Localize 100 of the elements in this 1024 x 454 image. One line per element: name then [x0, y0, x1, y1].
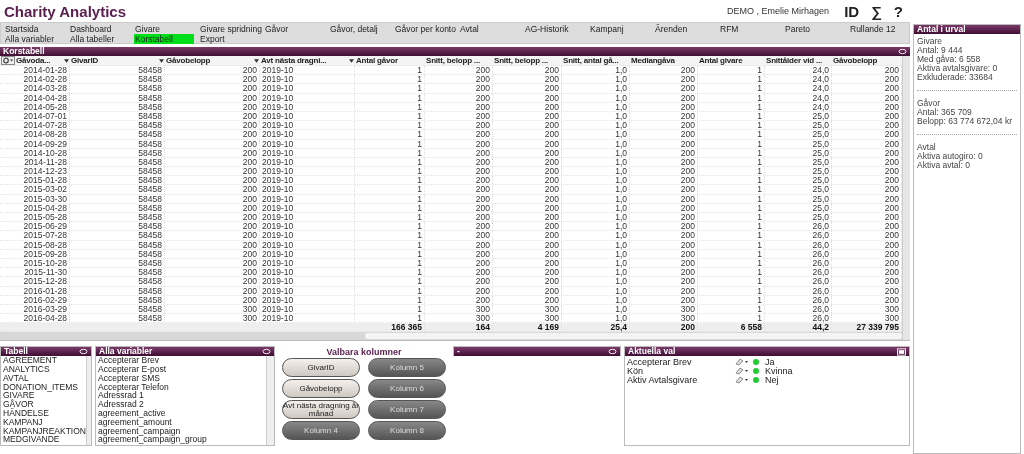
column-header[interactable]: GivarID	[70, 56, 165, 65]
list-item[interactable]: AVTAL	[3, 373, 86, 383]
maximize-icon[interactable]	[897, 347, 906, 356]
list-item[interactable]: agreement_campaign	[98, 426, 266, 436]
list-item[interactable]: Accepterar Telefon	[98, 382, 266, 392]
menu-item[interactable]: Alla variabler	[4, 34, 64, 44]
table-cell: 1,0	[562, 286, 630, 295]
table-cell: 2019-10	[260, 139, 355, 148]
table-cell: 1,0	[562, 277, 630, 286]
table-cell: 24,0	[765, 102, 832, 111]
column-button[interactable]: Kolumn 8	[368, 421, 446, 441]
vertical-scrollbar[interactable]	[85, 356, 91, 446]
column-header[interactable]: Antal gåvor	[355, 56, 425, 65]
menu-item[interactable]: AG-Historik	[524, 24, 584, 34]
eraser-icon[interactable]	[735, 366, 749, 375]
menu-item[interactable]: Korstabell	[134, 34, 194, 44]
header-button[interactable]: ∑	[868, 2, 885, 20]
list-item[interactable]: DONATION_ITEMS	[3, 382, 86, 392]
column-header[interactable]: Mediangåva	[630, 56, 698, 65]
header-button[interactable]: ?	[890, 2, 906, 20]
list-item[interactable]: GIVARE	[3, 391, 86, 401]
table-cell: 200	[493, 185, 562, 194]
list-item[interactable]: KAMPANJREAKTION	[3, 426, 86, 436]
caret-icon[interactable]	[349, 58, 354, 63]
column-header[interactable]: Snitt, belopp ...	[493, 56, 562, 65]
table-cell: 1,0	[562, 102, 630, 111]
column-button[interactable]: Kolumn 7	[368, 400, 446, 420]
menu-item[interactable]: Gåvor, detalj	[329, 24, 389, 34]
menu-item[interactable]: Dashboard	[69, 24, 129, 34]
panel-title: Antal i urval	[917, 25, 966, 34]
list-item[interactable]: agreement_active	[98, 409, 266, 418]
table-cell: 1	[355, 277, 425, 286]
table-cell: 58458	[70, 75, 165, 84]
list-item[interactable]: Accepterar SMS	[98, 373, 266, 383]
table-cell: 200	[165, 203, 260, 212]
table-cell: 1	[355, 304, 425, 314]
table-cell: 200	[630, 139, 698, 148]
eraser-icon[interactable]	[735, 357, 749, 366]
caret-icon[interactable]	[159, 58, 164, 63]
menu-item[interactable]: Gåvor per konto	[394, 24, 454, 34]
column-header[interactable]: Avt nästa dragni...	[260, 56, 355, 65]
menu-item[interactable]: Rullande 12	[849, 24, 909, 34]
list-item[interactable]: Accepterar E-post	[98, 365, 266, 374]
menu-item[interactable]: Startsida	[4, 24, 64, 34]
menu-item[interactable]: Alla tabeller	[69, 34, 129, 44]
list-item[interactable]: Accepterar Brev	[98, 356, 266, 366]
table-cell: 2019-10	[260, 66, 355, 75]
list-item[interactable]: agreement_amount	[98, 417, 266, 427]
column-button[interactable]: Kolumn 4	[282, 421, 360, 441]
eraser-icon[interactable]	[735, 375, 749, 384]
list-item[interactable]: MEDGIVANDE	[3, 435, 86, 445]
menu-item[interactable]: Export	[199, 34, 259, 44]
menu-item[interactable]: Givare	[134, 24, 194, 34]
column-button[interactable]: Gåvobelopp	[282, 379, 360, 399]
list-item[interactable]: Adressrad 1	[98, 391, 266, 401]
table-cell: 2019-10	[260, 203, 355, 212]
column-header[interactable]: Snitt, antal gå...	[562, 56, 630, 65]
table-cell: 1,0	[562, 84, 630, 93]
column-button[interactable]: Kolumn 6	[368, 379, 446, 399]
vertical-scrollbar[interactable]	[902, 56, 910, 341]
column-button[interactable]: Avt nästa dragning år månad	[282, 400, 360, 420]
column-header[interactable]: Gåvobelopp	[832, 56, 902, 65]
column-header[interactable]: Snitt, belopp ...	[425, 56, 493, 65]
list-item[interactable]: HÄNDELSE	[3, 409, 86, 418]
table-cell: 1	[698, 93, 765, 102]
menu-item[interactable]: Gåvor	[264, 24, 324, 34]
horizontal-scrollbar[interactable]	[0, 332, 902, 341]
table-cell: 25,0	[765, 130, 832, 139]
column-header[interactable]: Snittålder vid ...	[765, 56, 832, 65]
header-button[interactable]: ID	[841, 2, 863, 20]
table-cell: 200	[630, 231, 698, 240]
table-cell: 1	[355, 102, 425, 111]
list-item[interactable]: agreement_campaign_group	[98, 435, 266, 445]
list-item[interactable]: Adressrad 2	[98, 400, 266, 410]
table-cell: 200	[165, 102, 260, 111]
gear-icon[interactable]	[1, 56, 15, 65]
table-cell: 2019-10	[260, 157, 355, 167]
vertical-scrollbar[interactable]	[266, 356, 274, 446]
table-cell: 1	[355, 121, 425, 130]
column-header[interactable]: Gåvobelopp	[165, 56, 260, 65]
menu-item[interactable]: RFM	[719, 24, 779, 34]
menu-item[interactable]: Pareto	[784, 24, 844, 34]
column-header[interactable]: Gåvoda...	[0, 56, 70, 65]
caret-icon[interactable]	[254, 58, 259, 63]
list-item[interactable]: AGREEMENT	[3, 356, 86, 366]
list-item[interactable]: KAMPANJ	[3, 417, 86, 427]
caret-icon[interactable]	[64, 58, 69, 63]
menu-item[interactable]: Avtal	[459, 24, 519, 34]
menu-item[interactable]: Kampanj	[589, 24, 649, 34]
column-header[interactable]: Antal givare	[698, 56, 765, 65]
table-cell: 26,0	[765, 314, 832, 323]
table-cell: 200	[425, 167, 493, 176]
menu-item[interactable]: Ärenden	[654, 24, 714, 34]
column-button[interactable]: GivarID	[282, 358, 360, 378]
list-item[interactable]: ANALYTICS	[3, 365, 86, 374]
table-cell: 200	[425, 157, 493, 167]
list-item[interactable]: GÅVOR	[3, 400, 86, 410]
table-cell: 1,0	[562, 194, 630, 203]
column-button[interactable]: Kolumn 5	[368, 358, 446, 378]
table-cell: 2014-01-28	[0, 66, 70, 75]
